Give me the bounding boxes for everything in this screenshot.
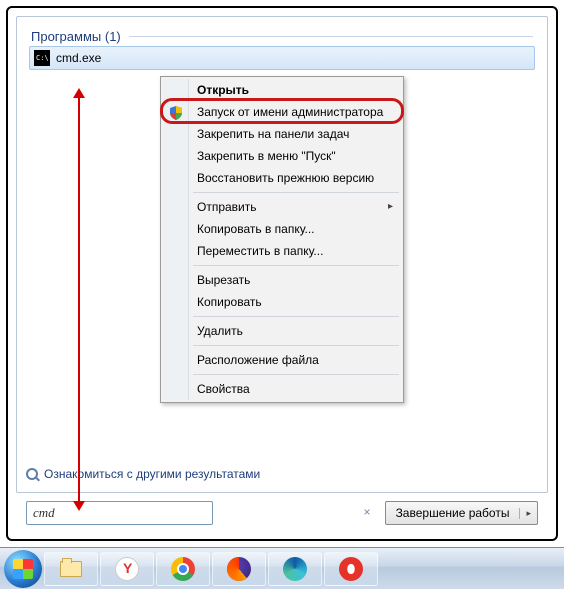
menu-open-label: Открыть bbox=[197, 83, 249, 97]
result-label: cmd.exe bbox=[56, 51, 101, 65]
context-menu: Открыть Запуск от имени администратора З… bbox=[160, 76, 404, 403]
menu-pin-start[interactable]: Закрепить в меню "Пуск" bbox=[163, 145, 401, 167]
annotation-arrow bbox=[78, 92, 80, 507]
menu-send-to[interactable]: Отправить bbox=[163, 196, 401, 218]
search-icon bbox=[26, 468, 38, 480]
section-count: (1) bbox=[105, 29, 121, 44]
search-row: × Завершение работы ▸ bbox=[26, 501, 538, 525]
section-header: Программы (1) bbox=[31, 29, 533, 44]
menu-open[interactable]: Открыть bbox=[163, 79, 401, 101]
menu-copy[interactable]: Копировать bbox=[163, 291, 401, 313]
taskbar: Y bbox=[0, 547, 564, 589]
menu-move-to-folder[interactable]: Переместить в папку... bbox=[163, 240, 401, 262]
more-results-text: Ознакомиться с другими результатами bbox=[44, 467, 260, 481]
edge-icon bbox=[283, 557, 307, 581]
taskbar-edge[interactable] bbox=[268, 552, 322, 586]
search-result-cmd[interactable]: cmd.exe bbox=[29, 46, 535, 70]
divider-line bbox=[129, 36, 533, 37]
menu-delete[interactable]: Удалить bbox=[163, 320, 401, 342]
firefox-icon bbox=[227, 557, 251, 581]
section-title: Программы bbox=[31, 29, 101, 44]
menu-restore-prev[interactable]: Восстановить прежнюю версию bbox=[163, 167, 401, 189]
start-button[interactable] bbox=[4, 550, 42, 588]
search-input[interactable] bbox=[26, 501, 213, 525]
chrome-icon bbox=[171, 557, 195, 581]
shutdown-menu-arrow[interactable]: ▸ bbox=[519, 508, 537, 519]
menu-pin-taskbar[interactable]: Закрепить на панели задач bbox=[163, 123, 401, 145]
menu-separator bbox=[193, 345, 399, 346]
shutdown-label: Завершение работы bbox=[386, 506, 520, 520]
taskbar-opera[interactable] bbox=[324, 552, 378, 586]
taskbar-firefox[interactable] bbox=[212, 552, 266, 586]
taskbar-yandex[interactable]: Y bbox=[100, 552, 154, 586]
menu-file-location[interactable]: Расположение файла bbox=[163, 349, 401, 371]
menu-separator bbox=[193, 316, 399, 317]
more-results-link[interactable]: Ознакомиться с другими результатами bbox=[26, 467, 260, 481]
taskbar-chrome[interactable] bbox=[156, 552, 210, 586]
menu-properties[interactable]: Свойства bbox=[163, 378, 401, 400]
explorer-icon bbox=[60, 561, 82, 577]
shutdown-button[interactable]: Завершение работы ▸ bbox=[385, 501, 538, 525]
taskbar-explorer[interactable] bbox=[44, 552, 98, 586]
yandex-icon: Y bbox=[115, 557, 139, 581]
menu-run-as-admin[interactable]: Запуск от имени администратора bbox=[163, 101, 401, 123]
menu-separator bbox=[193, 374, 399, 375]
opera-icon bbox=[339, 557, 363, 581]
uac-shield-icon bbox=[169, 105, 183, 119]
menu-run-as-admin-label: Запуск от имени администратора bbox=[197, 105, 383, 119]
cmd-exe-icon bbox=[34, 50, 50, 66]
menu-separator bbox=[193, 192, 399, 193]
clear-search-icon[interactable]: × bbox=[364, 505, 371, 519]
menu-copy-to-folder[interactable]: Копировать в папку... bbox=[163, 218, 401, 240]
menu-cut[interactable]: Вырезать bbox=[163, 269, 401, 291]
menu-separator bbox=[193, 265, 399, 266]
